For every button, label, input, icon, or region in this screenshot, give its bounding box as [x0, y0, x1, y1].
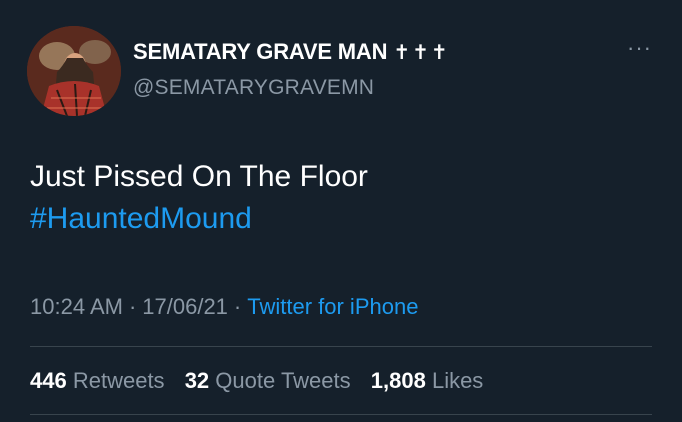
quote-tweets-stat[interactable]: 32 Quote Tweets: [185, 368, 351, 393]
cross-emoji-icons: ✝✝✝: [393, 41, 450, 64]
avatar[interactable]: [27, 26, 121, 116]
tweet-meta: 10:24 AM · 17/06/21 · Twitter for iPhone: [30, 294, 418, 320]
likes-stat[interactable]: 1,808 Likes: [371, 368, 484, 393]
quote-tweets-label: Quote Tweets: [215, 368, 351, 393]
meta-separator: ·: [128, 294, 137, 319]
hashtag-link[interactable]: #HauntedMound: [30, 198, 368, 240]
likes-label: Likes: [431, 368, 484, 393]
tweet-stats: 446 Retweets 32 Quote Tweets 1,808 Likes: [30, 368, 497, 394]
tweet-date[interactable]: 17/06/21: [142, 294, 228, 319]
tweet-text: Just Pissed On The Floor #HauntedMound: [30, 156, 368, 240]
more-options-icon[interactable]: ···: [627, 37, 652, 59]
tweet-body: Just Pissed On The Floor: [30, 160, 368, 193]
tweet-source-link[interactable]: Twitter for iPhone: [247, 294, 418, 319]
tweet-card: SEMATARY GRAVE MAN ✝✝✝ @SEMATARYGRAVEMN …: [0, 0, 682, 422]
author-display-name[interactable]: SEMATARY GRAVE MAN: [133, 39, 388, 65]
author-name-row[interactable]: SEMATARY GRAVE MAN ✝✝✝: [133, 39, 450, 65]
avatar-photo-icon: [27, 26, 121, 116]
tweet-time[interactable]: 10:24 AM: [30, 294, 123, 319]
meta-separator: ·: [233, 294, 242, 319]
author-handle[interactable]: @SEMATARYGRAVEMN: [133, 76, 374, 100]
likes-count: 1,808: [370, 368, 426, 393]
quote-tweets-count: 32: [184, 368, 210, 393]
divider: [30, 346, 652, 347]
retweets-label: Retweets: [72, 368, 165, 393]
retweets-stat[interactable]: 446 Retweets: [30, 368, 165, 393]
divider: [30, 414, 652, 415]
retweets-count: 446: [30, 368, 67, 393]
